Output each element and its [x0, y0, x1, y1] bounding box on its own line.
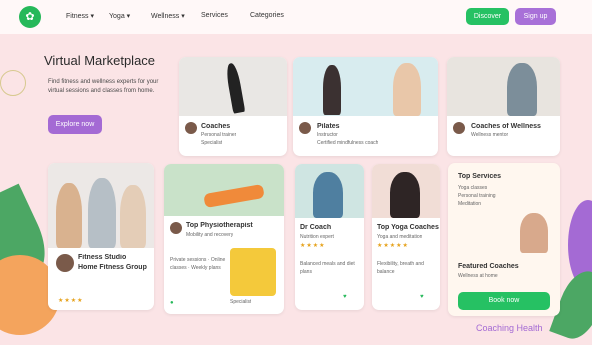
service-item[interactable]: Meditation [458, 201, 481, 207]
hero-description: Find fitness and wellness experts for yo… [48, 79, 159, 94]
coach-photo [293, 57, 438, 116]
coach-name: Pilates [317, 123, 340, 130]
nav-services[interactable]: Services [201, 12, 228, 19]
coach-role: Yoga and meditation [377, 234, 423, 240]
coach-tag: Certified mindfulness coach [317, 140, 379, 146]
services-panel: Top Services Yoga classes Personal train… [448, 163, 560, 316]
avatar [299, 122, 311, 134]
service-item[interactable]: Yoga classes [458, 185, 487, 191]
coach-photo [179, 57, 287, 116]
explore-button[interactable]: Explore now [48, 115, 102, 134]
physio-list: Private sessions · Online classes · Week… [170, 257, 226, 271]
yoga-card[interactable]: Top Yoga Coaches Yoga and meditation ★★★… [372, 164, 440, 310]
featured-sub: Wellness at home [458, 273, 498, 279]
coach-role: Instructor [317, 132, 338, 138]
coach-tag: Specialist [201, 140, 223, 146]
nav-categories[interactable]: Categories [250, 12, 284, 19]
rating-stars: ★★★★★ [377, 243, 409, 249]
nav-wellness[interactable]: Wellness ▾ [151, 12, 185, 20]
featured-title: Featured Coaches [458, 263, 519, 270]
coach-name: Top Yoga Coaches [377, 224, 439, 231]
rating-stars: ★★★★ [300, 243, 326, 249]
coach-name: Coaches [201, 123, 231, 130]
coach-role: Personal trainer [201, 132, 237, 138]
avatar [453, 122, 465, 134]
coach-name: Coaches of Wellness [471, 123, 541, 130]
discover-button[interactable]: Discover [466, 8, 509, 25]
coach-photo [372, 164, 440, 218]
favorite-icon[interactable]: ♥ [343, 294, 347, 300]
coach-role: Nutrition expert [300, 234, 334, 240]
coach-photo [447, 57, 560, 116]
studio-sub: Home Fitness Group [78, 264, 147, 271]
services-title: Top Services [458, 173, 502, 180]
signup-button[interactable]: Sign up [515, 8, 556, 25]
specialist-label: Specialist [230, 299, 252, 305]
top-nav: ✿ Fitness ▾ Yoga ▾ Wellness ▾ Services C… [0, 0, 592, 34]
service-item[interactable]: Personal training [458, 193, 496, 199]
specialist-photo [230, 248, 276, 296]
avatar [56, 254, 74, 272]
brand-logo-icon[interactable]: ✿ [19, 6, 41, 28]
coach-card-4[interactable]: Coaches of Wellness Wellness mentor [447, 57, 560, 156]
coach-name: Dr Coach [300, 224, 332, 231]
coach-card-2[interactable]: Pilates Instructor Certified mindfulness… [293, 57, 438, 156]
physio-name: Top Physiotherapist [186, 222, 253, 229]
physio-card[interactable]: Top Physiotherapist Mobility and recover… [164, 164, 284, 314]
coach-desc: Balanced meals and diet plans [300, 261, 355, 275]
decor-starburst-icon [0, 70, 26, 96]
coach-role: Wellness mentor [471, 132, 509, 138]
stretch-photo [164, 164, 284, 216]
avatar [170, 222, 182, 234]
coach-photo [295, 164, 364, 218]
rating-stars: ★★★★ [58, 298, 84, 304]
share-icon[interactable]: ● [170, 300, 174, 306]
coach-card-1[interactable]: Coaches Personal trainer Specialist [179, 57, 287, 156]
coach-photo [520, 213, 548, 253]
nutrition-card[interactable]: Dr Coach Nutrition expert ★★★★ Balanced … [295, 164, 364, 310]
footer-label: Coaching Health [476, 323, 543, 333]
avatar [185, 122, 197, 134]
physio-role: Mobility and recovery [186, 232, 234, 238]
book-button[interactable]: Book now [458, 292, 550, 310]
studio-card[interactable]: Fitness Studio Home Fitness Group ★★★★ [48, 163, 154, 310]
nav-fitness[interactable]: Fitness ▾ [66, 12, 94, 20]
favorite-icon[interactable]: ♥ [420, 294, 424, 300]
group-photo [48, 163, 154, 248]
nav-yoga[interactable]: Yoga ▾ [109, 12, 130, 20]
coach-desc: Flexibility, breath and balance [377, 261, 424, 275]
studio-name: Fitness Studio [78, 254, 127, 261]
page-title: Virtual Marketplace [44, 53, 156, 68]
